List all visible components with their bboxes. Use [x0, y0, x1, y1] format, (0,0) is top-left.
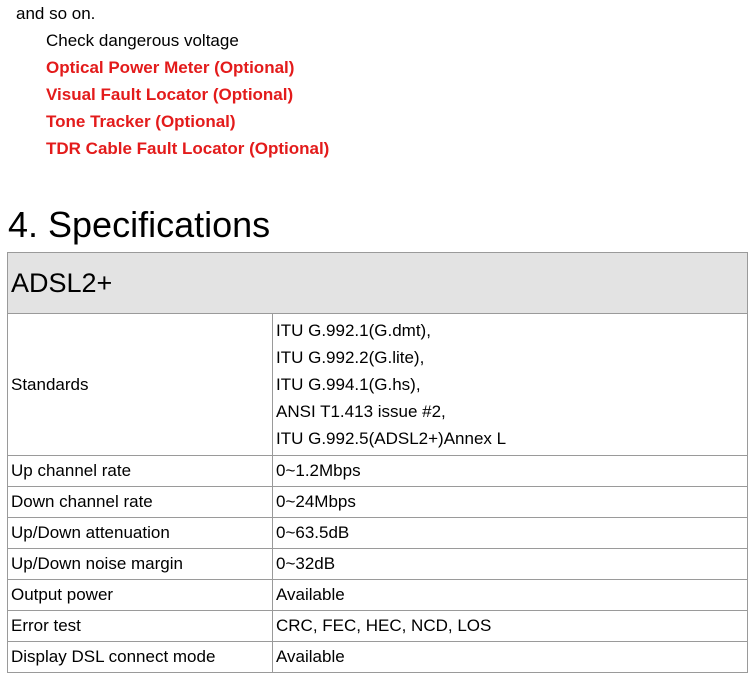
spec-table: ADSL2+ Standards ITU G.992.1(G.dmt), ITU…	[7, 252, 748, 673]
spec-name-cell: Up/Down noise margin	[7, 548, 273, 580]
spec-table-heading: ADSL2+	[7, 252, 748, 314]
spec-value-cell: 0~24Mbps	[272, 486, 748, 518]
spec-value-line: ANSI T1.413 issue #2,	[276, 402, 446, 421]
spec-name-cell: Up channel rate	[7, 455, 273, 487]
feature-item-tdr-cable-fault-locator: TDR Cable Fault Locator (Optional)	[46, 139, 330, 158]
spec-value-cell: Available	[272, 641, 748, 673]
feature-item-optical-power-meter: Optical Power Meter (Optional)	[46, 58, 295, 77]
table-row: Output power Available	[7, 579, 748, 611]
section-title: 4. Specifications	[8, 204, 271, 245]
table-row: Up/Down attenuation 0~63.5dB	[7, 517, 748, 549]
table-row: Error test CRC, FEC, HEC, NCD, LOS	[7, 610, 748, 642]
feature-item-visual-fault-locator: Visual Fault Locator (Optional)	[46, 85, 294, 104]
spec-name-cell: Error test	[7, 610, 273, 642]
intro-continued-text: and so on.	[16, 4, 96, 23]
spec-value-cell: 0~1.2Mbps	[272, 455, 748, 487]
intro-section: and so on. Check dangerous voltage Optic…	[16, 0, 746, 162]
spec-value-cell: 0~32dB	[272, 548, 748, 580]
spec-value-cell: CRC, FEC, HEC, NCD, LOS	[272, 610, 748, 642]
table-row: Up/Down noise margin 0~32dB	[7, 548, 748, 580]
spec-name-cell: Standards	[7, 313, 273, 456]
spec-value-cell: 0~63.5dB	[272, 517, 748, 549]
feature-item-tone-tracker: Tone Tracker (Optional)	[46, 112, 236, 131]
table-row: Down channel rate 0~24Mbps	[7, 486, 748, 518]
table-row: Display DSL connect mode Available	[7, 641, 748, 673]
spec-table-header-row: ADSL2+	[7, 252, 748, 314]
feature-item-dangerous-voltage: Check dangerous voltage	[46, 31, 239, 50]
spec-value-cell: Available	[272, 579, 748, 611]
spec-name-cell: Down channel rate	[7, 486, 273, 518]
spec-name-cell: Display DSL connect mode	[7, 641, 273, 673]
spec-value-line: ITU G.992.2(G.lite),	[276, 348, 425, 367]
spec-value-line: ITU G.992.5(ADSL2+)Annex L	[276, 429, 507, 448]
spec-value-cell: ITU G.992.1(G.dmt), ITU G.992.2(G.lite),…	[272, 313, 748, 456]
spec-value-line: ITU G.992.1(G.dmt),	[276, 321, 431, 340]
table-row: Standards ITU G.992.1(G.dmt), ITU G.992.…	[7, 313, 748, 456]
spec-value-line: ITU G.994.1(G.hs),	[276, 375, 421, 394]
spec-name-cell: Up/Down attenuation	[7, 517, 273, 549]
spec-name-cell: Output power	[7, 579, 273, 611]
table-row: Up channel rate 0~1.2Mbps	[7, 455, 748, 487]
